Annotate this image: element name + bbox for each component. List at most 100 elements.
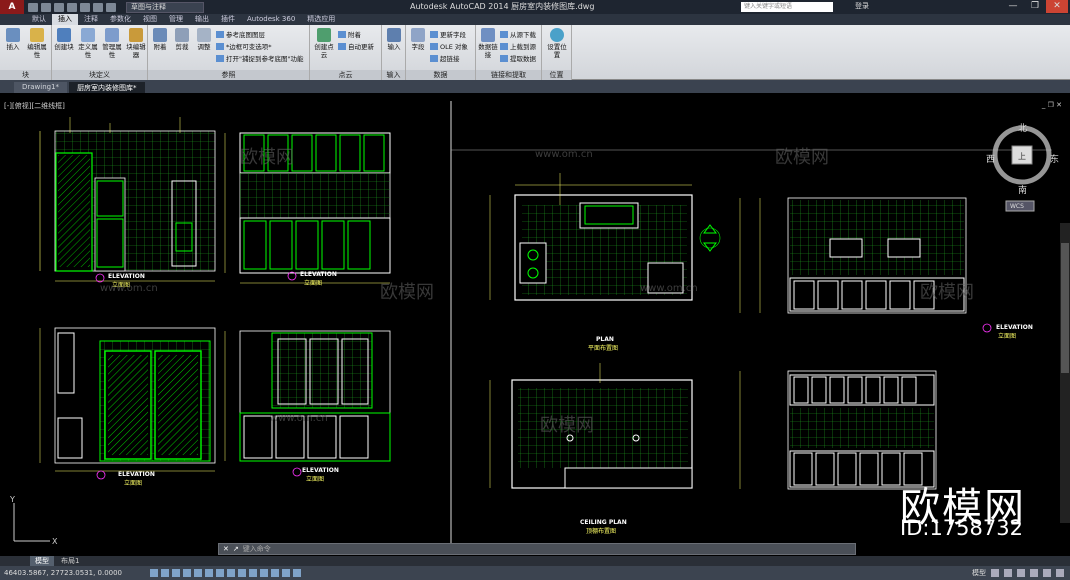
viewcube-face-top[interactable]: 上 xyxy=(1018,151,1026,162)
application-menu-button[interactable]: A xyxy=(0,0,24,14)
panel-title[interactable]: 链接和提取 xyxy=(476,70,541,80)
plot-icon[interactable] xyxy=(80,2,90,12)
download-source-row[interactable]: 从源下载 xyxy=(500,29,536,39)
button-label: 插入 xyxy=(6,43,20,51)
dynamic-ucs-icon[interactable] xyxy=(227,569,235,577)
tab-featured-apps[interactable]: 精选应用 xyxy=(301,14,341,25)
workspace-select[interactable]: 草图与注释 xyxy=(126,1,204,13)
close-command-icon[interactable]: ✕ xyxy=(223,545,229,553)
annotation-scale-icon[interactable] xyxy=(1004,569,1012,577)
insert-block-button[interactable]: 插入 xyxy=(1,28,25,51)
compass-west[interactable]: 西 xyxy=(986,152,995,165)
coordinates-readout[interactable]: 46403.5867, 27723.0531, 0.0000 xyxy=(0,569,150,577)
panel-title[interactable]: 块 xyxy=(0,70,51,80)
command-history-icon[interactable]: ↗ xyxy=(233,545,239,553)
annotation-monitor-icon[interactable] xyxy=(293,569,301,577)
snap-underlay-row[interactable]: 打开"捕捉到参考底图"功能 xyxy=(216,53,303,63)
doc-tab-kitchen[interactable]: 厨房室内装修图库* xyxy=(69,82,145,93)
close-button[interactable]: ✕ xyxy=(1046,0,1068,13)
define-attribute-button[interactable]: 定义属性 xyxy=(76,28,100,59)
redo-icon[interactable] xyxy=(106,2,116,12)
save-icon[interactable] xyxy=(54,2,64,12)
button-label: 创建块 xyxy=(54,43,74,51)
frame-variable-row[interactable]: *边框可变选项* xyxy=(216,41,272,51)
lineweight-icon[interactable] xyxy=(249,569,257,577)
command-line[interactable]: ✕ ↗ 键入命令 xyxy=(218,543,856,555)
lock-ui-icon[interactable] xyxy=(1030,569,1038,577)
upload-source-row[interactable]: 上载到源 xyxy=(500,41,536,51)
underlay-layers-row[interactable]: 参考底图图层 xyxy=(216,29,265,39)
create-point-cloud-icon xyxy=(317,28,331,42)
update-fields-row[interactable]: 更新字段 xyxy=(430,29,466,39)
dynamic-input-icon[interactable] xyxy=(238,569,246,577)
grid-display-icon[interactable] xyxy=(161,569,169,577)
hyperlink-row[interactable]: 超链接 xyxy=(430,53,460,63)
polar-tracking-icon[interactable] xyxy=(183,569,191,577)
edit-attribute-button[interactable]: 编辑属性 xyxy=(25,28,49,59)
command-input[interactable]: 键入命令 xyxy=(243,544,271,554)
ole-object-row[interactable]: OLE 对象 xyxy=(430,41,468,51)
tab-manage[interactable]: 管理 xyxy=(163,14,189,25)
auto-update-row[interactable]: 自动更新 xyxy=(338,41,374,51)
panel-title[interactable]: 参照 xyxy=(148,70,309,80)
tab-plugins[interactable]: 插件 xyxy=(215,14,241,25)
panel-title[interactable]: 位置 xyxy=(542,70,571,80)
save-as-icon[interactable] xyxy=(67,2,77,12)
search-input[interactable]: 键入关键字或短语 xyxy=(741,2,833,12)
scrollbar-thumb[interactable] xyxy=(1061,243,1069,373)
tab-parametric[interactable]: 参数化 xyxy=(104,14,137,25)
attach-row[interactable]: 附着 xyxy=(338,29,361,39)
data-link-button[interactable]: 数据链接 xyxy=(476,28,500,59)
panel-title[interactable]: 块定义 xyxy=(52,70,147,80)
selection-cycling-icon[interactable] xyxy=(282,569,290,577)
compass-east[interactable]: 东 xyxy=(1050,152,1059,165)
panel-title[interactable]: 输入 xyxy=(382,70,405,80)
create-point-cloud-button[interactable]: 创建点云 xyxy=(312,28,336,59)
wcs-menu[interactable]: WCS xyxy=(1010,203,1024,210)
workspace-switching-icon[interactable] xyxy=(1017,569,1025,577)
clean-screen-icon[interactable] xyxy=(1056,569,1064,577)
tab-default[interactable]: 默认 xyxy=(26,14,52,25)
doc-tab-drawing1[interactable]: Drawing1* xyxy=(14,82,68,93)
isolate-objects-icon[interactable] xyxy=(1043,569,1051,577)
quick-view-layouts-icon[interactable] xyxy=(991,569,999,577)
maximize-button[interactable]: ❐ xyxy=(1024,0,1046,13)
compass-north[interactable]: 北 xyxy=(1018,121,1027,134)
tab-output[interactable]: 输出 xyxy=(189,14,215,25)
manage-attribute-button[interactable]: 管理属性 xyxy=(100,28,124,59)
panel-title[interactable]: 点云 xyxy=(310,70,381,80)
login-button[interactable]: 登录 xyxy=(855,1,869,11)
object-snap-tracking-icon[interactable] xyxy=(216,569,224,577)
object-snap-icon[interactable] xyxy=(194,569,202,577)
attach-button[interactable]: 附着 xyxy=(148,28,172,51)
minimize-button[interactable]: — xyxy=(1002,0,1024,13)
tab-annotate[interactable]: 注释 xyxy=(78,14,104,25)
extract-data-row[interactable]: 提取数据 xyxy=(500,53,536,63)
snap-mode-icon[interactable] xyxy=(150,569,158,577)
compass-south[interactable]: 南 xyxy=(1018,183,1027,196)
button-label: 定义属性 xyxy=(78,43,98,59)
create-block-button[interactable]: 创建块 xyxy=(52,28,76,51)
field-button[interactable]: 字段 xyxy=(406,28,430,51)
tab-model[interactable]: 模型 xyxy=(30,556,54,566)
panel-title[interactable]: 数据 xyxy=(406,70,475,80)
tab-insert[interactable]: 插入 xyxy=(52,14,78,25)
new-file-icon[interactable] xyxy=(28,2,38,12)
block-editor-button[interactable]: 块编辑器 xyxy=(124,28,148,59)
import-button[interactable]: 输入 xyxy=(382,28,406,51)
vertical-scrollbar[interactable] xyxy=(1060,223,1070,523)
model-space-toggle[interactable]: 模型 xyxy=(972,568,986,578)
set-location-button[interactable]: 设置位置 xyxy=(545,28,569,59)
tab-layout1[interactable]: 布局1 xyxy=(56,556,84,566)
undo-icon[interactable] xyxy=(93,2,103,12)
adjust-button[interactable]: 调整 xyxy=(192,28,216,51)
row-label: 更新字段 xyxy=(440,31,466,39)
ortho-mode-icon[interactable] xyxy=(172,569,180,577)
3d-object-snap-icon[interactable] xyxy=(205,569,213,577)
tab-autodesk-360[interactable]: Autodesk 360 xyxy=(241,14,301,25)
tab-view[interactable]: 视图 xyxy=(137,14,163,25)
quick-properties-icon[interactable] xyxy=(271,569,279,577)
clip-button[interactable]: 剪裁 xyxy=(170,28,194,51)
transparency-icon[interactable] xyxy=(260,569,268,577)
open-file-icon[interactable] xyxy=(41,2,51,12)
